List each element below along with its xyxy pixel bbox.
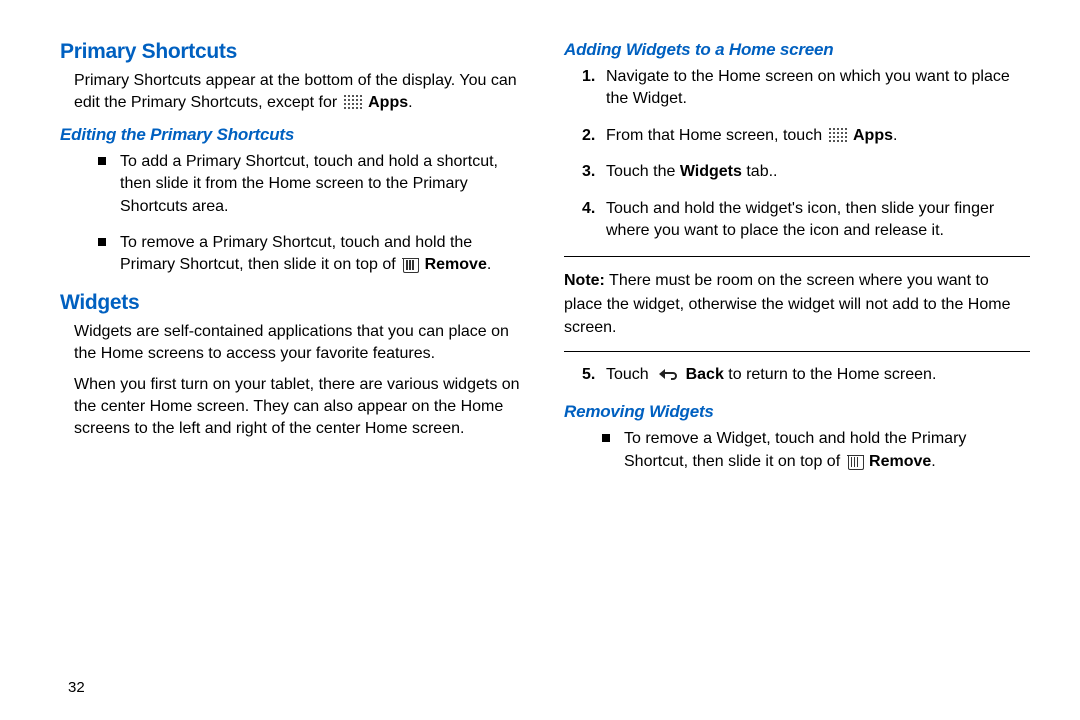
adding-steps: Navigate to the Home screen on which you… bbox=[564, 66, 1030, 242]
step5-text-c: to return to the Home screen. bbox=[724, 366, 937, 383]
period: . bbox=[893, 127, 897, 144]
right-column: Adding Widgets to a Home screen Navigate… bbox=[564, 40, 1030, 487]
heading-removing-widgets: Removing Widgets bbox=[564, 402, 1030, 422]
step-1: Navigate to the Home screen on which you… bbox=[582, 66, 1030, 111]
step3-text-a: Touch the bbox=[606, 163, 680, 180]
heading-widgets: Widgets bbox=[60, 291, 526, 315]
apps-grid-icon bbox=[344, 95, 362, 109]
page-number: 32 bbox=[68, 679, 85, 696]
back-label: Back bbox=[686, 366, 724, 383]
bullet-remove-primary: To remove a Primary Shortcut, touch and … bbox=[98, 232, 526, 277]
intro-text: Primary Shortcuts appear at the bottom o… bbox=[74, 72, 517, 111]
divider bbox=[564, 256, 1030, 257]
left-column: Primary Shortcuts Primary Shortcuts appe… bbox=[60, 40, 526, 487]
trash-icon bbox=[847, 452, 863, 470]
back-arrow-icon bbox=[656, 366, 678, 388]
manual-page: Primary Shortcuts Primary Shortcuts appe… bbox=[0, 0, 1080, 720]
step-5: Touch Back to return to the Home screen. bbox=[582, 364, 1030, 388]
removing-bullets: To remove a Widget, touch and hold the P… bbox=[564, 428, 1030, 473]
remove-text: To remove a Primary Shortcut, touch and … bbox=[120, 234, 472, 273]
divider bbox=[564, 351, 1030, 352]
apps-grid-icon bbox=[829, 128, 847, 142]
step-4: Touch and hold the widget's icon, then s… bbox=[582, 198, 1030, 243]
step-3: Touch the Widgets tab.. bbox=[582, 161, 1030, 183]
period: . bbox=[487, 256, 491, 273]
widgets-tab-label: Widgets bbox=[680, 163, 742, 180]
period: . bbox=[931, 453, 935, 470]
editing-bullets: To add a Primary Shortcut, touch and hol… bbox=[60, 151, 526, 277]
trash-icon bbox=[402, 255, 418, 273]
heading-adding-widgets: Adding Widgets to a Home screen bbox=[564, 40, 1030, 60]
primary-shortcuts-intro: Primary Shortcuts appear at the bottom o… bbox=[74, 70, 526, 115]
step2-text: From that Home screen, touch bbox=[606, 127, 827, 144]
bullet-remove-widget: To remove a Widget, touch and hold the P… bbox=[602, 428, 1030, 473]
period: . bbox=[408, 94, 412, 111]
note-body: There must be room on the screen where y… bbox=[564, 272, 1010, 335]
widgets-para-1: Widgets are self-contained applications … bbox=[74, 321, 526, 366]
adding-steps-cont: Touch Back to return to the Home screen. bbox=[564, 364, 1030, 388]
step-2: From that Home screen, touch Apps. bbox=[582, 125, 1030, 147]
remove-label: Remove bbox=[869, 453, 931, 470]
columns: Primary Shortcuts Primary Shortcuts appe… bbox=[60, 40, 1030, 487]
note-text: Note: There must be room on the screen w… bbox=[564, 269, 1030, 339]
remove-label: Remove bbox=[425, 256, 487, 273]
step3-text-c: tab. bbox=[742, 163, 773, 180]
note-label: Note: bbox=[564, 272, 605, 289]
heading-editing-primary: Editing the Primary Shortcuts bbox=[60, 125, 526, 145]
apps-label: Apps bbox=[853, 127, 893, 144]
step5-text-a: Touch bbox=[606, 366, 653, 383]
widgets-para-2: When you first turn on your tablet, ther… bbox=[74, 374, 526, 441]
note-box: Note: There must be room on the screen w… bbox=[564, 269, 1030, 339]
heading-primary-shortcuts: Primary Shortcuts bbox=[60, 40, 526, 64]
apps-label: Apps bbox=[368, 94, 408, 111]
bullet-add-primary: To add a Primary Shortcut, touch and hol… bbox=[98, 151, 526, 218]
